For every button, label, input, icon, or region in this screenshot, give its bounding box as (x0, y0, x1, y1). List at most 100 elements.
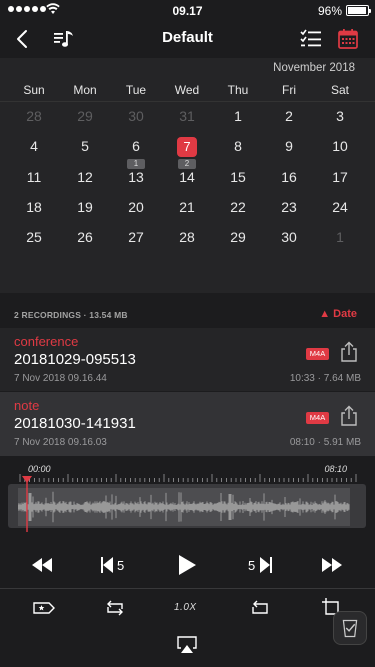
calendar-day-number: 21 (179, 199, 195, 215)
calendar-day-number: 11 (26, 169, 42, 185)
calendar-day-number: 29 (77, 108, 93, 124)
recording-label: note (14, 398, 40, 413)
playhead-handle[interactable] (21, 476, 33, 532)
calendar-day[interactable]: 4 (14, 135, 54, 157)
calendar-day[interactable]: 17 (320, 166, 360, 188)
recording-row[interactable]: conference 20181029-095513 7 Nov 2018 09… (0, 328, 375, 392)
recording-duration: 10:33 (289, 373, 315, 384)
recording-meta: 10:33 · 7.64 MB (290, 373, 361, 384)
skip-back-icon[interactable] (100, 552, 114, 578)
calendar-day[interactable]: 15 (218, 166, 258, 188)
calendar-day[interactable]: 25 (14, 226, 54, 248)
skip-forward-seconds[interactable]: 5 (248, 558, 255, 573)
calendar-day-number: 3 (336, 108, 344, 124)
tag-icon[interactable] (32, 596, 56, 620)
weekday-label: Wed (174, 83, 200, 97)
calendar-day[interactable]: 23 (269, 196, 309, 218)
calendar-day[interactable]: 3 (320, 105, 360, 127)
sort-label: Date (333, 308, 357, 320)
calendar-day[interactable]: 30 (116, 105, 156, 127)
calendar-day-number: 1 (234, 108, 242, 124)
back-chevron-icon[interactable] (12, 28, 34, 50)
calendar-day[interactable]: 11 (14, 166, 54, 188)
battery-icon (346, 5, 371, 16)
calendar-day[interactable]: 20 (116, 196, 156, 218)
calendar-day-number: 19 (77, 199, 93, 215)
calendar-day[interactable]: 18 (14, 196, 54, 218)
calendar-day-number: 25 (26, 229, 42, 245)
calendar-day[interactable]: 27 (116, 226, 156, 248)
waveform-timeline[interactable]: 00:00 08:10 (0, 456, 375, 542)
calendar-day[interactable]: 9 (269, 135, 309, 157)
recordings-total-size: 13.54 MB (89, 310, 128, 320)
calendar-day[interactable]: 28 (14, 105, 54, 127)
calendar-day-number: 28 (179, 229, 195, 245)
calendar-day[interactable]: 21 (167, 196, 207, 218)
calendar-day[interactable]: 26 (65, 226, 105, 248)
share-icon[interactable] (338, 341, 360, 363)
calendar-day[interactable]: 14 (167, 166, 207, 188)
weekday-label: Fri (282, 83, 296, 97)
calendar-day[interactable]: 6 (116, 135, 156, 157)
calendar-day-number: 16 (281, 169, 297, 185)
calendar-day-number: 8 (234, 138, 242, 154)
time-end: 08:10 (324, 464, 347, 474)
skip-back-seconds[interactable]: 5 (117, 558, 124, 573)
calendar-day[interactable]: 22 (218, 196, 258, 218)
playback-speed[interactable]: 1.0X (174, 602, 197, 613)
calendar-day-number: 1 (336, 229, 344, 245)
repeat-icon[interactable] (103, 596, 127, 620)
calendar-icon[interactable] (336, 27, 360, 51)
calendar-day[interactable]: 1 (320, 226, 360, 248)
playlist-music-icon[interactable] (52, 27, 76, 51)
calendar-day[interactable]: 30 (269, 226, 309, 248)
recordings-header: 2 RECORDINGS · 13.54 MB ▲ Date (0, 304, 375, 326)
play-icon[interactable] (176, 552, 198, 578)
calendar-day-number: 29 (230, 229, 246, 245)
recording-row-selected[interactable]: note 20181030-141931 7 Nov 2018 09.16.03… (0, 392, 375, 456)
calendar-day[interactable]: 28 (167, 226, 207, 248)
recording-name: 20181030-141931 (14, 415, 136, 432)
calendar-day[interactable]: 31 (167, 105, 207, 127)
status-bar: 09.17 96% (0, 0, 375, 20)
recording-duration: 08:10 (289, 437, 315, 448)
calendar-day[interactable]: 24 (320, 196, 360, 218)
calendar-day[interactable]: 5 (65, 135, 105, 157)
floating-app-shortcut-icon[interactable] (333, 611, 367, 645)
checklist-icon[interactable] (299, 27, 323, 51)
airplay-icon[interactable] (176, 636, 198, 654)
calendar-day[interactable]: 16 (269, 166, 309, 188)
fast-forward-icon[interactable] (320, 552, 344, 578)
calendar-month: November 2018 (273, 62, 355, 74)
recordings-summary: 2 RECORDINGS · 13.54 MB (14, 310, 128, 320)
loop-segment-icon[interactable] (248, 596, 272, 620)
calendar-day-number: 17 (332, 169, 348, 185)
weekday-label: Sat (330, 83, 349, 97)
battery-percent: 96% (317, 4, 342, 18)
calendar-day[interactable]: 29 (218, 226, 258, 248)
calendar-day-number: 10 (332, 138, 348, 154)
calendar-day[interactable]: 2 (269, 105, 309, 127)
sort-by-date-button[interactable]: ▲ Date (319, 308, 357, 320)
calendar-day-number: 6 (132, 138, 140, 154)
calendar-day[interactable]: 1 (218, 105, 258, 127)
calendar-day[interactable]: 8 (218, 135, 258, 157)
calendar-day[interactable]: 7 (167, 135, 207, 157)
waveform[interactable] (18, 488, 350, 526)
calendar-day-number: 24 (332, 199, 348, 215)
calendar-day-number: 27 (128, 229, 144, 245)
calendar-day-number: 2 (285, 108, 293, 124)
calendar-day-number: 12 (77, 169, 93, 185)
skip-forward-icon[interactable] (259, 552, 273, 578)
calendar-day[interactable]: 19 (65, 196, 105, 218)
recording-size: 7.64 MB (323, 373, 361, 384)
rewind-icon[interactable] (30, 552, 54, 578)
calendar-day[interactable]: 29 (65, 105, 105, 127)
recording-date: 7 Nov 2018 09.16.03 (14, 437, 107, 448)
calendar-day[interactable]: 13 (116, 166, 156, 188)
calendar-day[interactable]: 12 (65, 166, 105, 188)
share-icon[interactable] (338, 405, 360, 427)
time-start: 00:00 (28, 464, 51, 474)
calendar-day-number: 15 (230, 169, 246, 185)
calendar-day[interactable]: 10 (320, 135, 360, 157)
